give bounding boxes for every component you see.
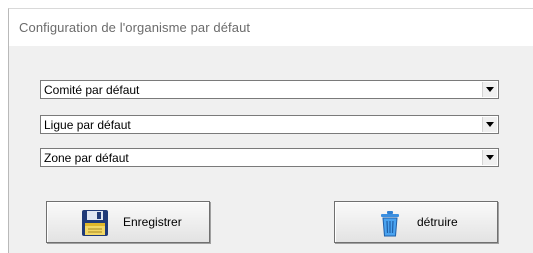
zone-select-value: Zone par défaut: [44, 151, 129, 165]
title-bar: Configuration de l'organisme par défaut: [9, 9, 533, 46]
save-button-label: Enregistrer: [123, 215, 182, 229]
comite-select[interactable]: Comité par défaut: [40, 80, 499, 99]
floppy-disk-icon: [82, 210, 108, 236]
chevron-down-icon[interactable]: [482, 82, 497, 97]
delete-button[interactable]: détruire: [334, 201, 498, 243]
zone-select[interactable]: Zone par défaut: [40, 148, 499, 167]
ligue-select[interactable]: Ligue par défaut: [40, 115, 499, 134]
delete-button-label: détruire: [417, 215, 458, 229]
comite-select-value: Comité par défaut: [44, 83, 140, 97]
save-button[interactable]: Enregistrer: [46, 201, 210, 243]
chevron-down-icon[interactable]: [482, 117, 497, 132]
chevron-down-icon[interactable]: [482, 150, 497, 165]
window-title: Configuration de l'organisme par défaut: [19, 20, 251, 35]
ligue-select-value: Ligue par défaut: [44, 118, 131, 132]
trash-can-icon: [381, 211, 399, 237]
config-window: Configuration de l'organisme par défaut …: [8, 8, 533, 253]
